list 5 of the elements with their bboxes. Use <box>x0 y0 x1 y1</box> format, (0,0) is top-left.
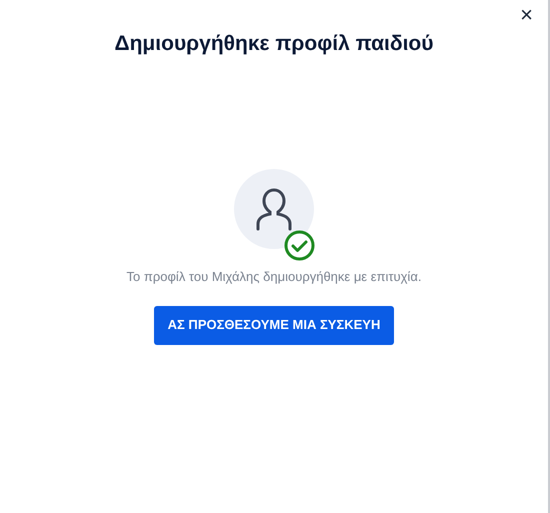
success-message: Το προφίλ του Μιχάλης δημιουργήθηκε με επιτυχία. <box>126 268 422 286</box>
add-device-button[interactable]: ΑΣ ΠΡΟΣΘΕΣΟΥΜΕ ΜΙΑ ΣΥΣΚΕΥΗ <box>154 306 394 345</box>
success-check-icon <box>284 230 315 262</box>
dialog-title: Δημιουργήθηκε προφίλ παιδιού <box>114 31 434 56</box>
close-button[interactable]: × <box>517 3 536 27</box>
